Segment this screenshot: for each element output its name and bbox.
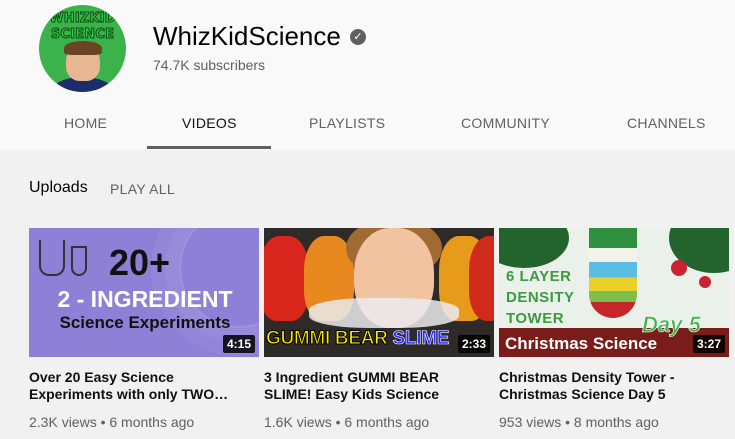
tab-videos[interactable]: VIDEOS (182, 115, 237, 131)
thumbnail-text: 2 - INGREDIENT (57, 286, 233, 312)
thumbnail-text: Science Experiments (59, 313, 231, 332)
avatar-logo-line1: WHIZKID (49, 11, 116, 27)
tab-community[interactable]: COMMUNITY (461, 115, 550, 131)
video-thumbnail[interactable]: GUMMI BEAR SLIME 2:33 (264, 228, 494, 357)
avatar-hair (64, 41, 102, 55)
gummy-bear-image (469, 236, 494, 321)
channel-avatar[interactable]: WHIZKID SCIENCE (39, 5, 126, 92)
density-tower-image (589, 228, 637, 318)
thumbnail-text-blue: SLIME (392, 328, 450, 350)
ornament-icon (699, 276, 711, 288)
channel-name: WhizKidScience (153, 21, 341, 51)
verified-badge-icon: ✓ (350, 29, 366, 45)
thumbnail-text-line: TOWER (506, 310, 565, 327)
avatar-logo-line2: SCIENCE (50, 27, 115, 43)
video-title[interactable]: Over 20 Easy Science Experiments with on… (29, 369, 249, 403)
video-meta: 2.3K views • 6 months ago (29, 414, 195, 430)
video-meta: 1.6K views • 6 months ago (264, 414, 430, 430)
thumbnail-text: 20+ (109, 242, 171, 283)
video-title[interactable]: Christmas Density Tower - Christmas Scie… (499, 369, 719, 403)
active-tab-indicator (147, 146, 271, 149)
video-title[interactable]: 3 Ingredient GUMMI BEAR SLIME! Easy Kids… (264, 369, 484, 403)
channel-header: WHIZKID SCIENCE WhizKidScience ✓ 74.7K s… (0, 0, 735, 150)
video-duration: 4:15 (222, 335, 255, 353)
play-all-button[interactable]: PLAY ALL (110, 181, 175, 197)
thumbnail-text: GUMMI BEAR SLIME (266, 328, 450, 350)
video-thumbnail[interactable]: 20+ 2 - INGREDIENT Science Experiments 4… (29, 228, 259, 357)
thumbnail-text-line: DENSITY (506, 289, 575, 306)
video-duration: 3:27 (692, 335, 725, 353)
thumbnail-text: Christmas Science (505, 334, 658, 353)
section-title: Uploads (29, 179, 88, 196)
thumbnail-text: 6 LAYER DENSITY TOWER (506, 266, 575, 329)
video-thumbnail[interactable]: 6 LAYER DENSITY TOWER Day 5 Christmas Sc… (499, 228, 729, 357)
tab-playlists[interactable]: PLAYLISTS (309, 115, 385, 131)
test-tube-icon (71, 246, 87, 276)
tab-channels[interactable]: CHANNELS (627, 115, 706, 131)
slime-image (309, 298, 459, 328)
flask-icon (39, 240, 65, 276)
ornament-icon (671, 260, 687, 276)
video-duration: 2:33 (457, 335, 490, 353)
thumbnail-text-line: 6 LAYER (506, 268, 572, 285)
tab-home[interactable]: HOME (64, 115, 107, 131)
subscriber-count: 74.7K subscribers (153, 57, 266, 73)
gummy-bear-image (264, 236, 309, 321)
video-meta: 953 views • 8 months ago (499, 414, 659, 430)
thumbnail-text-yellow: GUMMI BEAR (266, 328, 389, 350)
